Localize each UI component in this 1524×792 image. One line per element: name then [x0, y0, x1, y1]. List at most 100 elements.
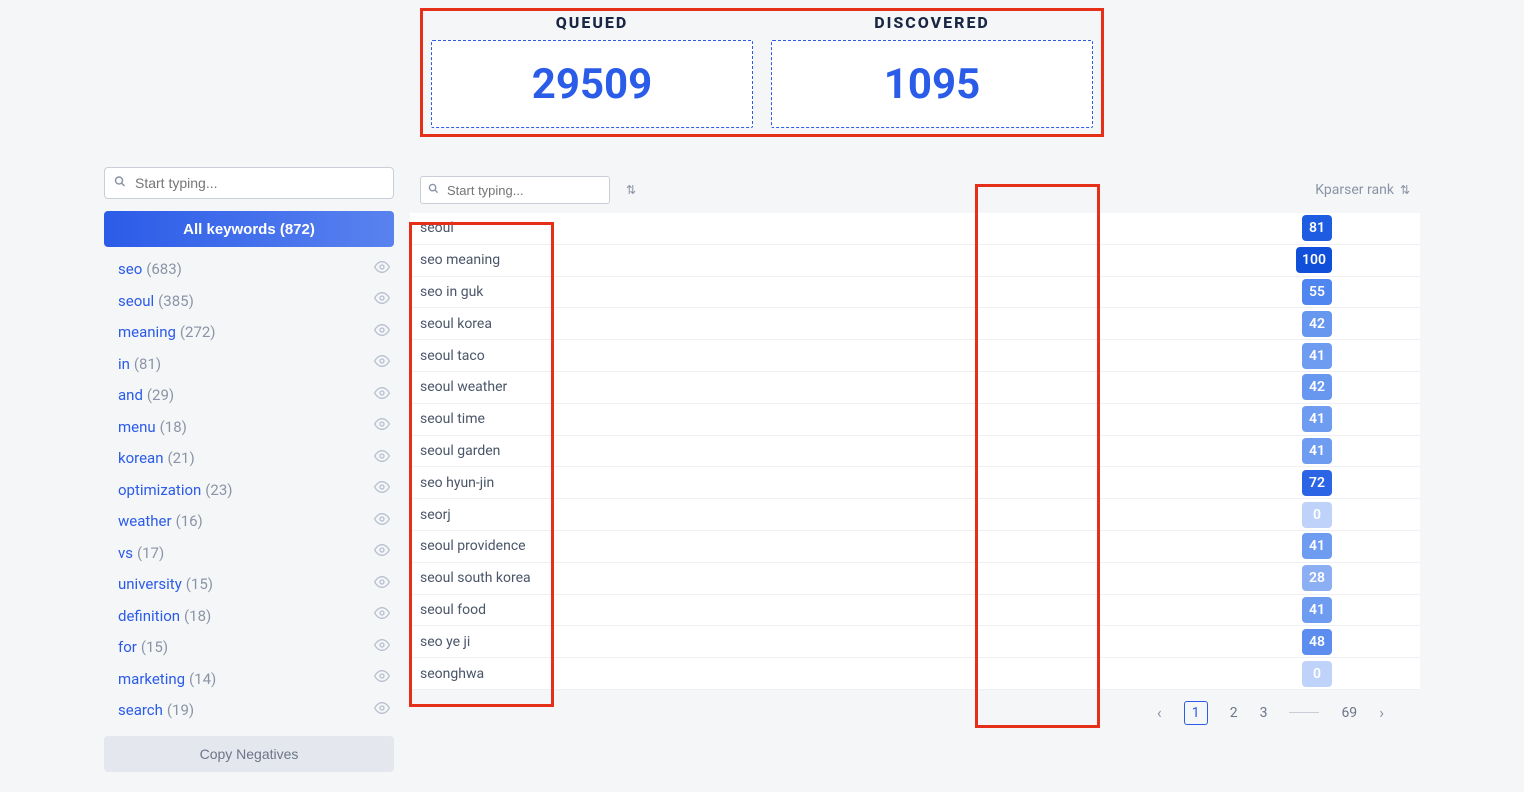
- sidebar-item[interactable]: marketing (14): [104, 663, 394, 695]
- queued-value: 29509: [532, 60, 652, 109]
- cell-keyword: seoul time: [420, 411, 485, 427]
- sidebar-item[interactable]: menu (18): [104, 411, 394, 443]
- table-row[interactable]: seoul garden41: [410, 436, 1420, 468]
- cell-keyword: seo hyun-jin: [420, 475, 494, 491]
- page-last[interactable]: 69: [1341, 705, 1357, 721]
- eye-icon[interactable]: [374, 574, 390, 594]
- table-row[interactable]: seo meaning100: [410, 245, 1420, 277]
- eye-icon[interactable]: [374, 511, 390, 531]
- table-row[interactable]: seoul food41: [410, 595, 1420, 627]
- sidebar-item-count: (18): [160, 418, 187, 436]
- sidebar-item[interactable]: for (15): [104, 631, 394, 663]
- eye-icon[interactable]: [374, 668, 390, 688]
- table-row[interactable]: seonghwa0: [410, 658, 1420, 690]
- eye-icon[interactable]: [374, 353, 390, 373]
- table-search-input[interactable]: [420, 176, 610, 204]
- cell-keyword: seoul food: [420, 602, 486, 618]
- table-row[interactable]: seoul korea42: [410, 308, 1420, 340]
- sidebar-search-input[interactable]: [104, 167, 394, 199]
- rank-badge: 55: [1302, 279, 1332, 305]
- sidebar-item[interactable]: definition (18): [104, 600, 394, 632]
- table-row[interactable]: seoul time41: [410, 404, 1420, 436]
- eye-icon[interactable]: [374, 637, 390, 657]
- rank-badge: 42: [1302, 311, 1332, 337]
- eye-icon[interactable]: [374, 416, 390, 436]
- sidebar-item[interactable]: korean (21): [104, 442, 394, 474]
- sidebar-item-count: (15): [186, 575, 213, 593]
- rank-badge: 41: [1302, 343, 1332, 369]
- table-row[interactable]: seoul weather42: [410, 372, 1420, 404]
- rank-badge: 0: [1302, 502, 1332, 528]
- page-next-icon[interactable]: ›: [1379, 703, 1384, 722]
- copy-negatives-button[interactable]: Copy Negatives: [104, 736, 394, 772]
- discovered-value: 1095: [884, 60, 980, 109]
- sidebar-item-word: seo: [118, 260, 142, 278]
- rank-badge: 0: [1302, 661, 1332, 687]
- sidebar-item[interactable]: seoul (385): [104, 285, 394, 317]
- sidebar-item-word: in: [118, 355, 130, 373]
- eye-icon[interactable]: [374, 385, 390, 405]
- sidebar-item-word: definition: [118, 607, 180, 625]
- cell-keyword: seo ye ji: [420, 634, 470, 650]
- rank-badge: 41: [1302, 533, 1332, 559]
- cell-keyword: seoul south korea: [420, 570, 531, 586]
- rank-badge: 72: [1302, 470, 1332, 496]
- sidebar-item-count: (683): [146, 260, 182, 278]
- eye-icon[interactable]: [374, 290, 390, 310]
- eye-icon[interactable]: [374, 479, 390, 499]
- sidebar-item[interactable]: and (29): [104, 379, 394, 411]
- eye-icon[interactable]: [374, 605, 390, 625]
- cell-keyword: seoul garden: [420, 443, 500, 459]
- sidebar-item-count: (16): [176, 512, 203, 530]
- sidebar-item-word: vs: [118, 544, 133, 562]
- page-2[interactable]: 2: [1230, 705, 1238, 721]
- sort-icon[interactable]: ⇅: [1400, 183, 1410, 197]
- eye-icon[interactable]: [374, 448, 390, 468]
- stats-highlight-box: QUEUED 29509 DISCOVERED 1095: [420, 8, 1104, 137]
- rank-badge: 28: [1302, 565, 1332, 591]
- sidebar-item[interactable]: optimization (23): [104, 474, 394, 506]
- sidebar-item[interactable]: weather (16): [104, 505, 394, 537]
- sidebar-item-word: optimization: [118, 481, 201, 499]
- sidebar-item-word: korean: [118, 449, 164, 467]
- sidebar-item[interactable]: search (19): [104, 694, 394, 726]
- sidebar-item[interactable]: university (15): [104, 568, 394, 600]
- eye-icon[interactable]: [374, 259, 390, 279]
- table-row[interactable]: seoul taco41: [410, 340, 1420, 372]
- eye-icon[interactable]: [374, 542, 390, 562]
- rank-badge: 42: [1302, 374, 1332, 400]
- sidebar-item-count: (14): [189, 670, 216, 688]
- sidebar-item-count: (17): [137, 544, 164, 562]
- table-row[interactable]: seorj0: [410, 499, 1420, 531]
- sidebar-item-word: university: [118, 575, 182, 593]
- search-icon: [428, 183, 439, 197]
- sidebar-item-word: menu: [118, 418, 156, 436]
- sidebar-item-word: for: [118, 638, 137, 656]
- sidebar-item-word: marketing: [118, 670, 185, 688]
- eye-icon[interactable]: [374, 700, 390, 720]
- page-3[interactable]: 3: [1260, 705, 1268, 721]
- table-row[interactable]: seo ye ji48: [410, 626, 1420, 658]
- table-row[interactable]: seoul south korea 28: [410, 563, 1420, 595]
- sidebar-item[interactable]: in (81): [104, 348, 394, 380]
- table-row[interactable]: seo hyun-jin 72: [410, 467, 1420, 499]
- cell-keyword: seoul providence: [420, 538, 526, 554]
- page-ellipsis: [1289, 712, 1319, 713]
- table-row[interactable]: seo in guk 55: [410, 277, 1420, 309]
- eye-icon[interactable]: [374, 322, 390, 342]
- page-prev-icon[interactable]: ‹: [1157, 703, 1162, 722]
- table-row[interactable]: seoul81: [410, 213, 1420, 245]
- sidebar-item-count: (15): [141, 638, 168, 656]
- sidebar-item-word: and: [118, 386, 143, 404]
- sidebar-item[interactable]: vs (17): [104, 537, 394, 569]
- all-keywords-button[interactable]: All keywords (872): [104, 211, 394, 247]
- table-row[interactable]: seoul providence 41: [410, 531, 1420, 563]
- sidebar-item[interactable]: seo (683): [104, 253, 394, 285]
- sidebar-item[interactable]: meaning (272): [104, 316, 394, 348]
- page-1[interactable]: 1: [1184, 701, 1208, 725]
- sidebar-item-count: (385): [158, 292, 194, 310]
- rank-header-label[interactable]: Kparser rank: [1315, 182, 1394, 198]
- cell-keyword: seo in guk: [420, 284, 483, 300]
- sort-icon[interactable]: ⇅: [626, 183, 636, 197]
- sidebar-item-count: (23): [205, 481, 232, 499]
